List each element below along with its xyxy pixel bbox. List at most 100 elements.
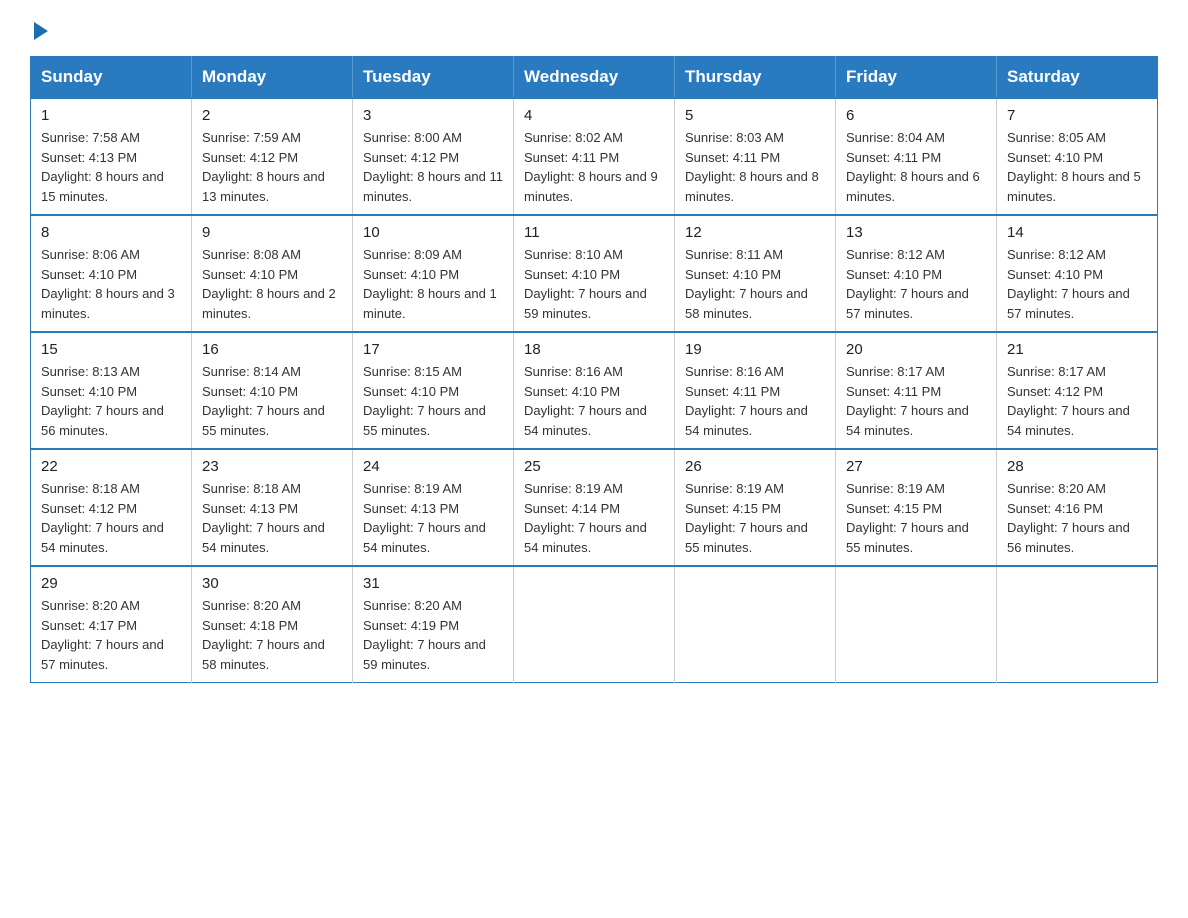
day-number: 19 <box>685 341 825 358</box>
day-info: Sunrise: 8:19 AMSunset: 4:13 PMDaylight:… <box>363 479 503 557</box>
calendar-cell: 30 Sunrise: 8:20 AMSunset: 4:18 PMDaylig… <box>192 566 353 683</box>
calendar-cell: 23 Sunrise: 8:18 AMSunset: 4:13 PMDaylig… <box>192 449 353 566</box>
calendar-cell <box>514 566 675 683</box>
calendar-cell: 3 Sunrise: 8:00 AMSunset: 4:12 PMDayligh… <box>353 98 514 215</box>
day-info: Sunrise: 8:16 AMSunset: 4:10 PMDaylight:… <box>524 362 664 440</box>
day-number: 16 <box>202 341 342 358</box>
day-info: Sunrise: 8:20 AMSunset: 4:17 PMDaylight:… <box>41 596 181 674</box>
calendar-cell: 28 Sunrise: 8:20 AMSunset: 4:16 PMDaylig… <box>997 449 1158 566</box>
calendar-table: Sunday Monday Tuesday Wednesday Thursday… <box>30 56 1158 683</box>
calendar-header: Sunday Monday Tuesday Wednesday Thursday… <box>31 57 1158 99</box>
col-saturday: Saturday <box>997 57 1158 99</box>
day-number: 28 <box>1007 458 1147 475</box>
day-number: 29 <box>41 575 181 592</box>
day-number: 21 <box>1007 341 1147 358</box>
calendar-week-row: 8 Sunrise: 8:06 AMSunset: 4:10 PMDayligh… <box>31 215 1158 332</box>
calendar-cell: 8 Sunrise: 8:06 AMSunset: 4:10 PMDayligh… <box>31 215 192 332</box>
day-info: Sunrise: 8:12 AMSunset: 4:10 PMDaylight:… <box>1007 245 1147 323</box>
calendar-cell: 4 Sunrise: 8:02 AMSunset: 4:11 PMDayligh… <box>514 98 675 215</box>
calendar-cell: 20 Sunrise: 8:17 AMSunset: 4:11 PMDaylig… <box>836 332 997 449</box>
col-tuesday: Tuesday <box>353 57 514 99</box>
col-wednesday: Wednesday <box>514 57 675 99</box>
day-info: Sunrise: 8:17 AMSunset: 4:12 PMDaylight:… <box>1007 362 1147 440</box>
day-info: Sunrise: 8:19 AMSunset: 4:15 PMDaylight:… <box>846 479 986 557</box>
day-info: Sunrise: 8:16 AMSunset: 4:11 PMDaylight:… <box>685 362 825 440</box>
calendar-week-row: 15 Sunrise: 8:13 AMSunset: 4:10 PMDaylig… <box>31 332 1158 449</box>
calendar-cell: 5 Sunrise: 8:03 AMSunset: 4:11 PMDayligh… <box>675 98 836 215</box>
day-number: 24 <box>363 458 503 475</box>
day-number: 22 <box>41 458 181 475</box>
col-sunday: Sunday <box>31 57 192 99</box>
calendar-cell: 2 Sunrise: 7:59 AMSunset: 4:12 PMDayligh… <box>192 98 353 215</box>
day-number: 31 <box>363 575 503 592</box>
day-number: 30 <box>202 575 342 592</box>
calendar-cell: 17 Sunrise: 8:15 AMSunset: 4:10 PMDaylig… <box>353 332 514 449</box>
calendar-cell: 16 Sunrise: 8:14 AMSunset: 4:10 PMDaylig… <box>192 332 353 449</box>
day-number: 5 <box>685 107 825 124</box>
day-info: Sunrise: 8:15 AMSunset: 4:10 PMDaylight:… <box>363 362 503 440</box>
day-number: 27 <box>846 458 986 475</box>
calendar-cell: 27 Sunrise: 8:19 AMSunset: 4:15 PMDaylig… <box>836 449 997 566</box>
day-number: 26 <box>685 458 825 475</box>
calendar-cell <box>997 566 1158 683</box>
calendar-cell: 21 Sunrise: 8:17 AMSunset: 4:12 PMDaylig… <box>997 332 1158 449</box>
day-number: 8 <box>41 224 181 241</box>
day-number: 14 <box>1007 224 1147 241</box>
calendar-cell: 22 Sunrise: 8:18 AMSunset: 4:12 PMDaylig… <box>31 449 192 566</box>
day-number: 6 <box>846 107 986 124</box>
page-header <box>30 20 1158 40</box>
calendar-body: 1 Sunrise: 7:58 AMSunset: 4:13 PMDayligh… <box>31 98 1158 683</box>
calendar-cell: 29 Sunrise: 8:20 AMSunset: 4:17 PMDaylig… <box>31 566 192 683</box>
calendar-cell: 24 Sunrise: 8:19 AMSunset: 4:13 PMDaylig… <box>353 449 514 566</box>
day-info: Sunrise: 8:08 AMSunset: 4:10 PMDaylight:… <box>202 245 342 323</box>
col-friday: Friday <box>836 57 997 99</box>
calendar-cell: 11 Sunrise: 8:10 AMSunset: 4:10 PMDaylig… <box>514 215 675 332</box>
calendar-week-row: 22 Sunrise: 8:18 AMSunset: 4:12 PMDaylig… <box>31 449 1158 566</box>
day-number: 23 <box>202 458 342 475</box>
day-info: Sunrise: 8:10 AMSunset: 4:10 PMDaylight:… <box>524 245 664 323</box>
calendar-cell: 31 Sunrise: 8:20 AMSunset: 4:19 PMDaylig… <box>353 566 514 683</box>
day-info: Sunrise: 8:18 AMSunset: 4:13 PMDaylight:… <box>202 479 342 557</box>
calendar-cell: 26 Sunrise: 8:19 AMSunset: 4:15 PMDaylig… <box>675 449 836 566</box>
day-info: Sunrise: 8:04 AMSunset: 4:11 PMDaylight:… <box>846 128 986 206</box>
day-info: Sunrise: 8:06 AMSunset: 4:10 PMDaylight:… <box>41 245 181 323</box>
day-info: Sunrise: 8:17 AMSunset: 4:11 PMDaylight:… <box>846 362 986 440</box>
day-info: Sunrise: 8:11 AMSunset: 4:10 PMDaylight:… <box>685 245 825 323</box>
calendar-cell: 25 Sunrise: 8:19 AMSunset: 4:14 PMDaylig… <box>514 449 675 566</box>
calendar-cell: 6 Sunrise: 8:04 AMSunset: 4:11 PMDayligh… <box>836 98 997 215</box>
calendar-week-row: 29 Sunrise: 8:20 AMSunset: 4:17 PMDaylig… <box>31 566 1158 683</box>
day-number: 11 <box>524 224 664 241</box>
day-number: 12 <box>685 224 825 241</box>
calendar-cell <box>836 566 997 683</box>
calendar-cell: 15 Sunrise: 8:13 AMSunset: 4:10 PMDaylig… <box>31 332 192 449</box>
day-info: Sunrise: 8:02 AMSunset: 4:11 PMDaylight:… <box>524 128 664 206</box>
day-number: 9 <box>202 224 342 241</box>
day-info: Sunrise: 8:05 AMSunset: 4:10 PMDaylight:… <box>1007 128 1147 206</box>
calendar-cell: 18 Sunrise: 8:16 AMSunset: 4:10 PMDaylig… <box>514 332 675 449</box>
calendar-week-row: 1 Sunrise: 7:58 AMSunset: 4:13 PMDayligh… <box>31 98 1158 215</box>
calendar-cell: 7 Sunrise: 8:05 AMSunset: 4:10 PMDayligh… <box>997 98 1158 215</box>
logo <box>30 20 48 40</box>
day-info: Sunrise: 7:59 AMSunset: 4:12 PMDaylight:… <box>202 128 342 206</box>
calendar-cell <box>675 566 836 683</box>
day-info: Sunrise: 8:03 AMSunset: 4:11 PMDaylight:… <box>685 128 825 206</box>
day-number: 17 <box>363 341 503 358</box>
day-number: 2 <box>202 107 342 124</box>
col-monday: Monday <box>192 57 353 99</box>
day-info: Sunrise: 8:20 AMSunset: 4:19 PMDaylight:… <box>363 596 503 674</box>
day-number: 18 <box>524 341 664 358</box>
day-number: 1 <box>41 107 181 124</box>
day-info: Sunrise: 8:18 AMSunset: 4:12 PMDaylight:… <box>41 479 181 557</box>
calendar-cell: 12 Sunrise: 8:11 AMSunset: 4:10 PMDaylig… <box>675 215 836 332</box>
day-number: 3 <box>363 107 503 124</box>
header-row: Sunday Monday Tuesday Wednesday Thursday… <box>31 57 1158 99</box>
calendar-cell: 13 Sunrise: 8:12 AMSunset: 4:10 PMDaylig… <box>836 215 997 332</box>
day-info: Sunrise: 7:58 AMSunset: 4:13 PMDaylight:… <box>41 128 181 206</box>
logo-arrow-icon <box>34 22 48 40</box>
day-info: Sunrise: 8:09 AMSunset: 4:10 PMDaylight:… <box>363 245 503 323</box>
day-info: Sunrise: 8:00 AMSunset: 4:12 PMDaylight:… <box>363 128 503 206</box>
calendar-cell: 9 Sunrise: 8:08 AMSunset: 4:10 PMDayligh… <box>192 215 353 332</box>
calendar-cell: 19 Sunrise: 8:16 AMSunset: 4:11 PMDaylig… <box>675 332 836 449</box>
day-info: Sunrise: 8:20 AMSunset: 4:16 PMDaylight:… <box>1007 479 1147 557</box>
day-info: Sunrise: 8:20 AMSunset: 4:18 PMDaylight:… <box>202 596 342 674</box>
